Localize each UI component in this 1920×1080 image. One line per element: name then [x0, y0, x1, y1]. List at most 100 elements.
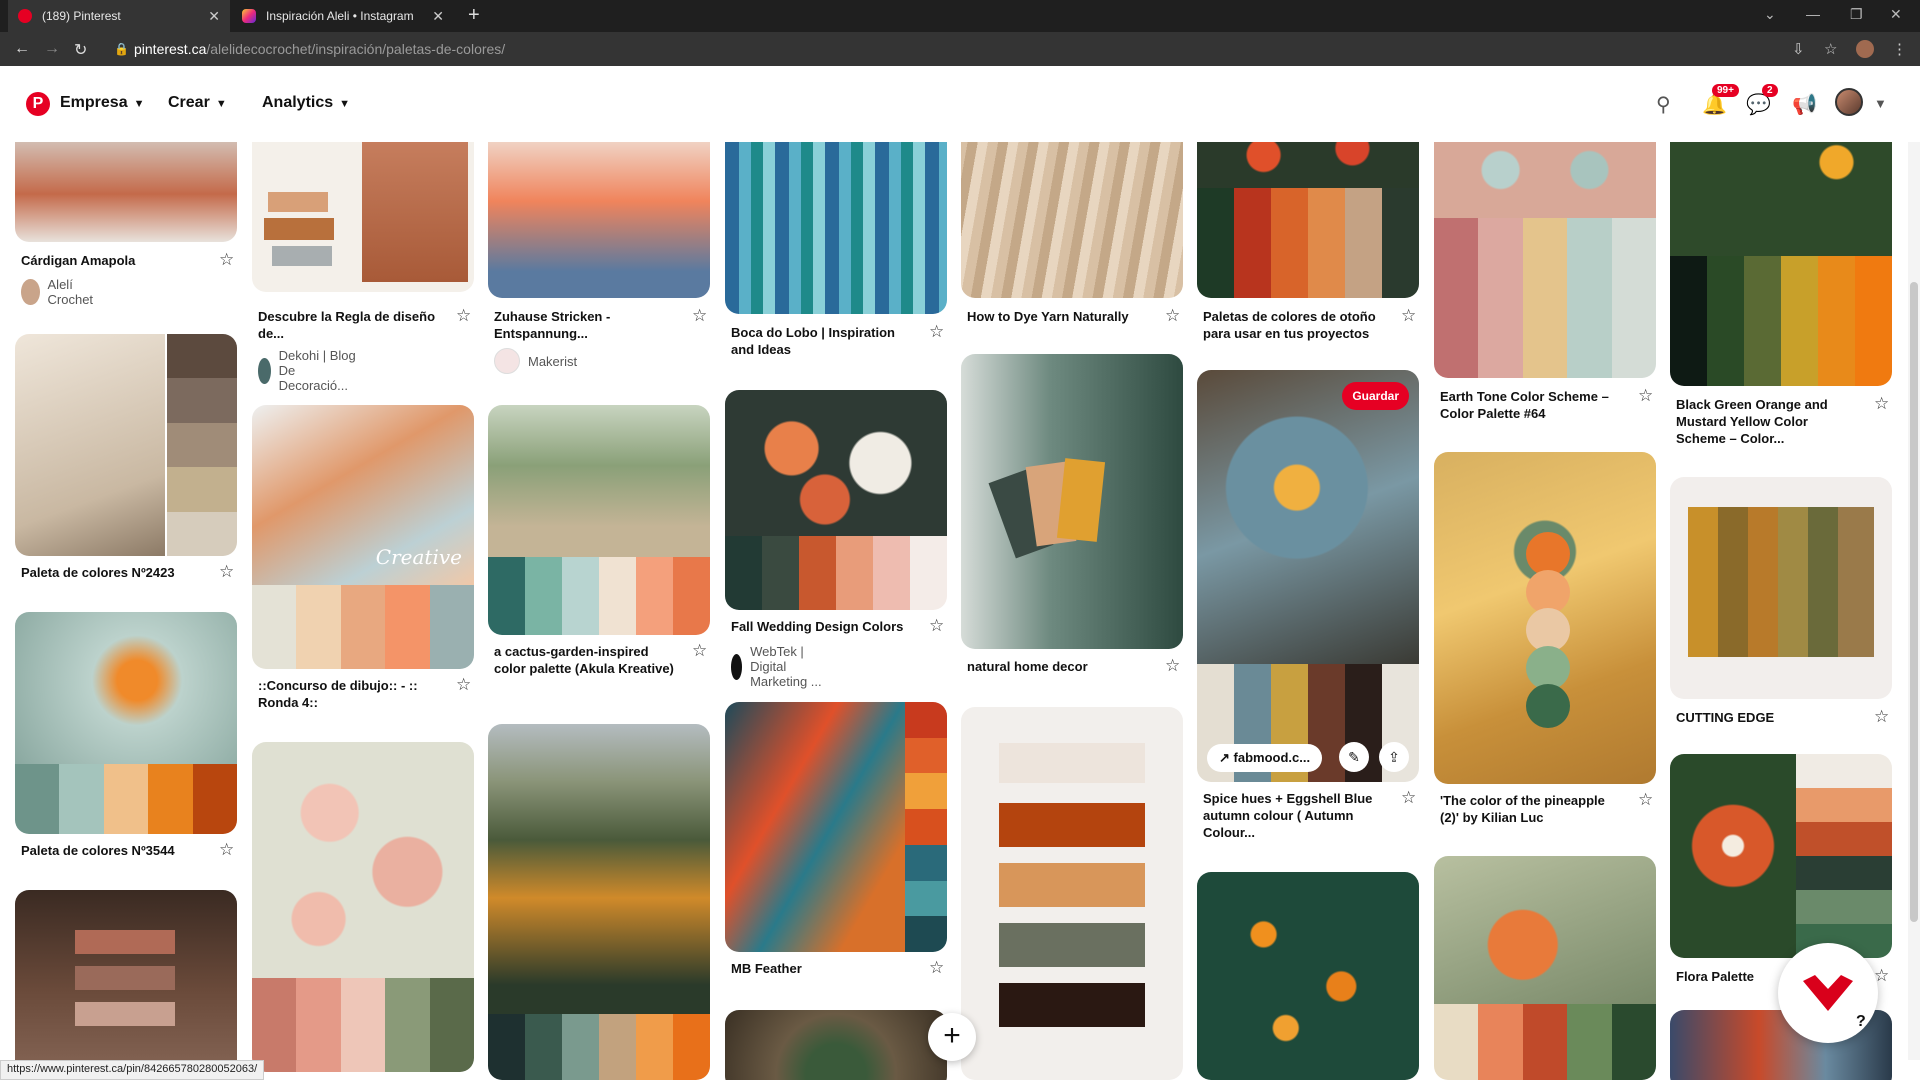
close-tab-icon[interactable]: ✕: [432, 8, 444, 25]
pin-image[interactable]: [1670, 142, 1892, 386]
pin-image[interactable]: [15, 142, 237, 242]
pin-title[interactable]: Fall Wedding Design Colors: [731, 618, 911, 635]
pin-image[interactable]: [1670, 754, 1892, 958]
save-star-icon[interactable]: ☆: [1638, 790, 1653, 810]
pin-image[interactable]: Creative: [252, 405, 474, 669]
pin-image[interactable]: [488, 142, 710, 298]
new-tab-button[interactable]: +: [468, 4, 480, 27]
menu-crear[interactable]: Crear ▼: [168, 94, 227, 112]
pin-author[interactable]: Dekohi | Blog De Decoració...: [258, 348, 361, 393]
create-pin-button[interactable]: +: [928, 1013, 976, 1061]
save-star-icon[interactable]: ☆: [456, 675, 471, 695]
updates-megaphone-icon[interactable]: 📢: [1792, 92, 1817, 117]
pin-title[interactable]: MB Feather: [731, 960, 911, 977]
close-window-icon[interactable]: ✕: [1890, 6, 1902, 23]
reload-icon[interactable]: ↻: [74, 40, 87, 60]
pin-image[interactable]: [961, 142, 1183, 298]
pin-image[interactable]: [961, 354, 1183, 649]
pin-image[interactable]: [488, 724, 710, 1080]
save-star-icon[interactable]: ☆: [929, 958, 944, 978]
pin-image[interactable]: [252, 742, 474, 1072]
save-star-icon[interactable]: ☆: [1874, 707, 1889, 727]
notifications-badge: 99+: [1712, 84, 1739, 97]
pin-image[interactable]: [1670, 477, 1892, 699]
pin-author[interactable]: Alelí Crochet: [21, 277, 101, 307]
pin-image[interactable]: [252, 142, 474, 292]
close-tab-icon[interactable]: ✕: [208, 8, 220, 25]
tab-pinterest[interactable]: (189) Pinterest ✕: [8, 0, 230, 32]
pin-title[interactable]: Spice hues + Eggshell Blue autumn colour…: [1203, 790, 1383, 841]
save-star-icon[interactable]: ☆: [1874, 394, 1889, 414]
tab-search-icon[interactable]: ⌄: [1764, 6, 1776, 23]
pin-image[interactable]: [725, 702, 947, 952]
save-button[interactable]: Guardar: [1342, 382, 1409, 410]
save-star-icon[interactable]: ☆: [692, 641, 707, 661]
pin-title[interactable]: 'The color of the pineapple (2)' by Kili…: [1440, 792, 1620, 826]
save-star-icon[interactable]: ☆: [456, 306, 471, 326]
search-icon[interactable]: ⚲: [1656, 92, 1671, 117]
menu-empresa[interactable]: Empresa ▼: [60, 94, 144, 112]
pin-image[interactable]: [1197, 872, 1419, 1080]
pin-image[interactable]: [1197, 142, 1419, 298]
save-star-icon[interactable]: ☆: [692, 306, 707, 326]
pin-image[interactable]: [725, 1010, 947, 1080]
pin-image[interactable]: [1434, 142, 1656, 378]
pin-title[interactable]: ::Concurso de dibujo:: - :: Ronda 4::: [258, 677, 438, 711]
scrollbar-thumb[interactable]: [1910, 282, 1918, 922]
save-star-icon[interactable]: ☆: [929, 616, 944, 636]
pin-image[interactable]: [488, 405, 710, 635]
pin-title[interactable]: CUTTING EDGE: [1676, 709, 1856, 726]
help-button[interactable]: ?: [1778, 943, 1878, 1043]
pin-title[interactable]: Earth Tone Color Scheme – Color Palette …: [1440, 388, 1620, 422]
save-star-icon[interactable]: ☆: [219, 562, 234, 582]
pinterest-logo-icon[interactable]: P: [26, 92, 50, 116]
pin-title[interactable]: Paleta de colores Nº2423: [21, 564, 201, 581]
save-star-icon[interactable]: ☆: [929, 322, 944, 342]
pin-author[interactable]: WebTek | Digital Marketing ...: [731, 644, 822, 689]
pin-image[interactable]: [725, 390, 947, 610]
save-star-icon[interactable]: ☆: [1401, 788, 1416, 808]
restore-icon[interactable]: ❐: [1850, 6, 1863, 23]
pin-title[interactable]: a cactus-garden-inspired color palette (…: [494, 643, 674, 677]
save-star-icon[interactable]: ☆: [1638, 386, 1653, 406]
pin-image[interactable]: Guardar ↗ fabmood.c... ✎ ⇪: [1197, 370, 1419, 782]
pin-title[interactable]: Cárdigan Amapola: [21, 252, 201, 269]
back-icon[interactable]: ←: [14, 40, 30, 58]
pin-title[interactable]: Paleta de colores Nº3544: [21, 842, 201, 859]
pin-image[interactable]: [725, 142, 947, 314]
pin-image[interactable]: [1434, 452, 1656, 784]
pin-image[interactable]: [15, 612, 237, 834]
menu-analytics[interactable]: Analytics ▼: [262, 94, 350, 112]
account-chevron-down-icon[interactable]: ▼: [1874, 96, 1887, 111]
tab-instagram[interactable]: Inspiración Aleli • Instagram ✕: [232, 0, 454, 32]
save-star-icon[interactable]: ☆: [1401, 306, 1416, 326]
save-star-icon[interactable]: ☆: [219, 840, 234, 860]
save-star-icon[interactable]: ☆: [1165, 656, 1180, 676]
avatar[interactable]: [1835, 88, 1863, 116]
source-link[interactable]: ↗ fabmood.c...: [1207, 744, 1323, 772]
minimize-icon[interactable]: —: [1806, 6, 1820, 22]
pin-image[interactable]: [15, 334, 237, 556]
pin-image[interactable]: [961, 707, 1183, 1080]
pin-title[interactable]: Paletas de colores de otoño para usar en…: [1203, 308, 1383, 342]
pin-title[interactable]: natural home decor: [967, 658, 1147, 675]
install-icon[interactable]: ⇩: [1792, 40, 1805, 58]
pin-title[interactable]: Boca do Lobo | Inspiration and Ideas: [731, 324, 911, 358]
pin-image[interactable]: [1434, 856, 1656, 1080]
pin-title[interactable]: How to Dye Yarn Naturally: [967, 308, 1147, 325]
save-star-icon[interactable]: ☆: [219, 250, 234, 270]
profile-icon[interactable]: [1856, 40, 1874, 58]
pin-author[interactable]: Makerist: [494, 348, 577, 374]
edit-pencil-icon[interactable]: ✎: [1339, 742, 1369, 772]
forward-icon[interactable]: →: [44, 40, 60, 58]
page-scrollbar[interactable]: [1908, 142, 1920, 1060]
save-star-icon[interactable]: ☆: [1165, 306, 1180, 326]
url-field[interactable]: 🔒 pinterest.ca/alelidecocrochet/inspirac…: [110, 36, 1790, 62]
pin-image[interactable]: [15, 890, 237, 1080]
share-icon[interactable]: ⇪: [1379, 742, 1409, 772]
pin-title[interactable]: Zuhause Stricken - Entspannung...: [494, 308, 674, 342]
pin-title[interactable]: Black Green Orange and Mustard Yellow Co…: [1676, 396, 1856, 447]
bookmark-star-icon[interactable]: ☆: [1824, 40, 1837, 58]
menu-dots-icon[interactable]: ⋮: [1892, 40, 1907, 58]
pin-title[interactable]: Descubre la Regla de diseño de...: [258, 308, 438, 342]
